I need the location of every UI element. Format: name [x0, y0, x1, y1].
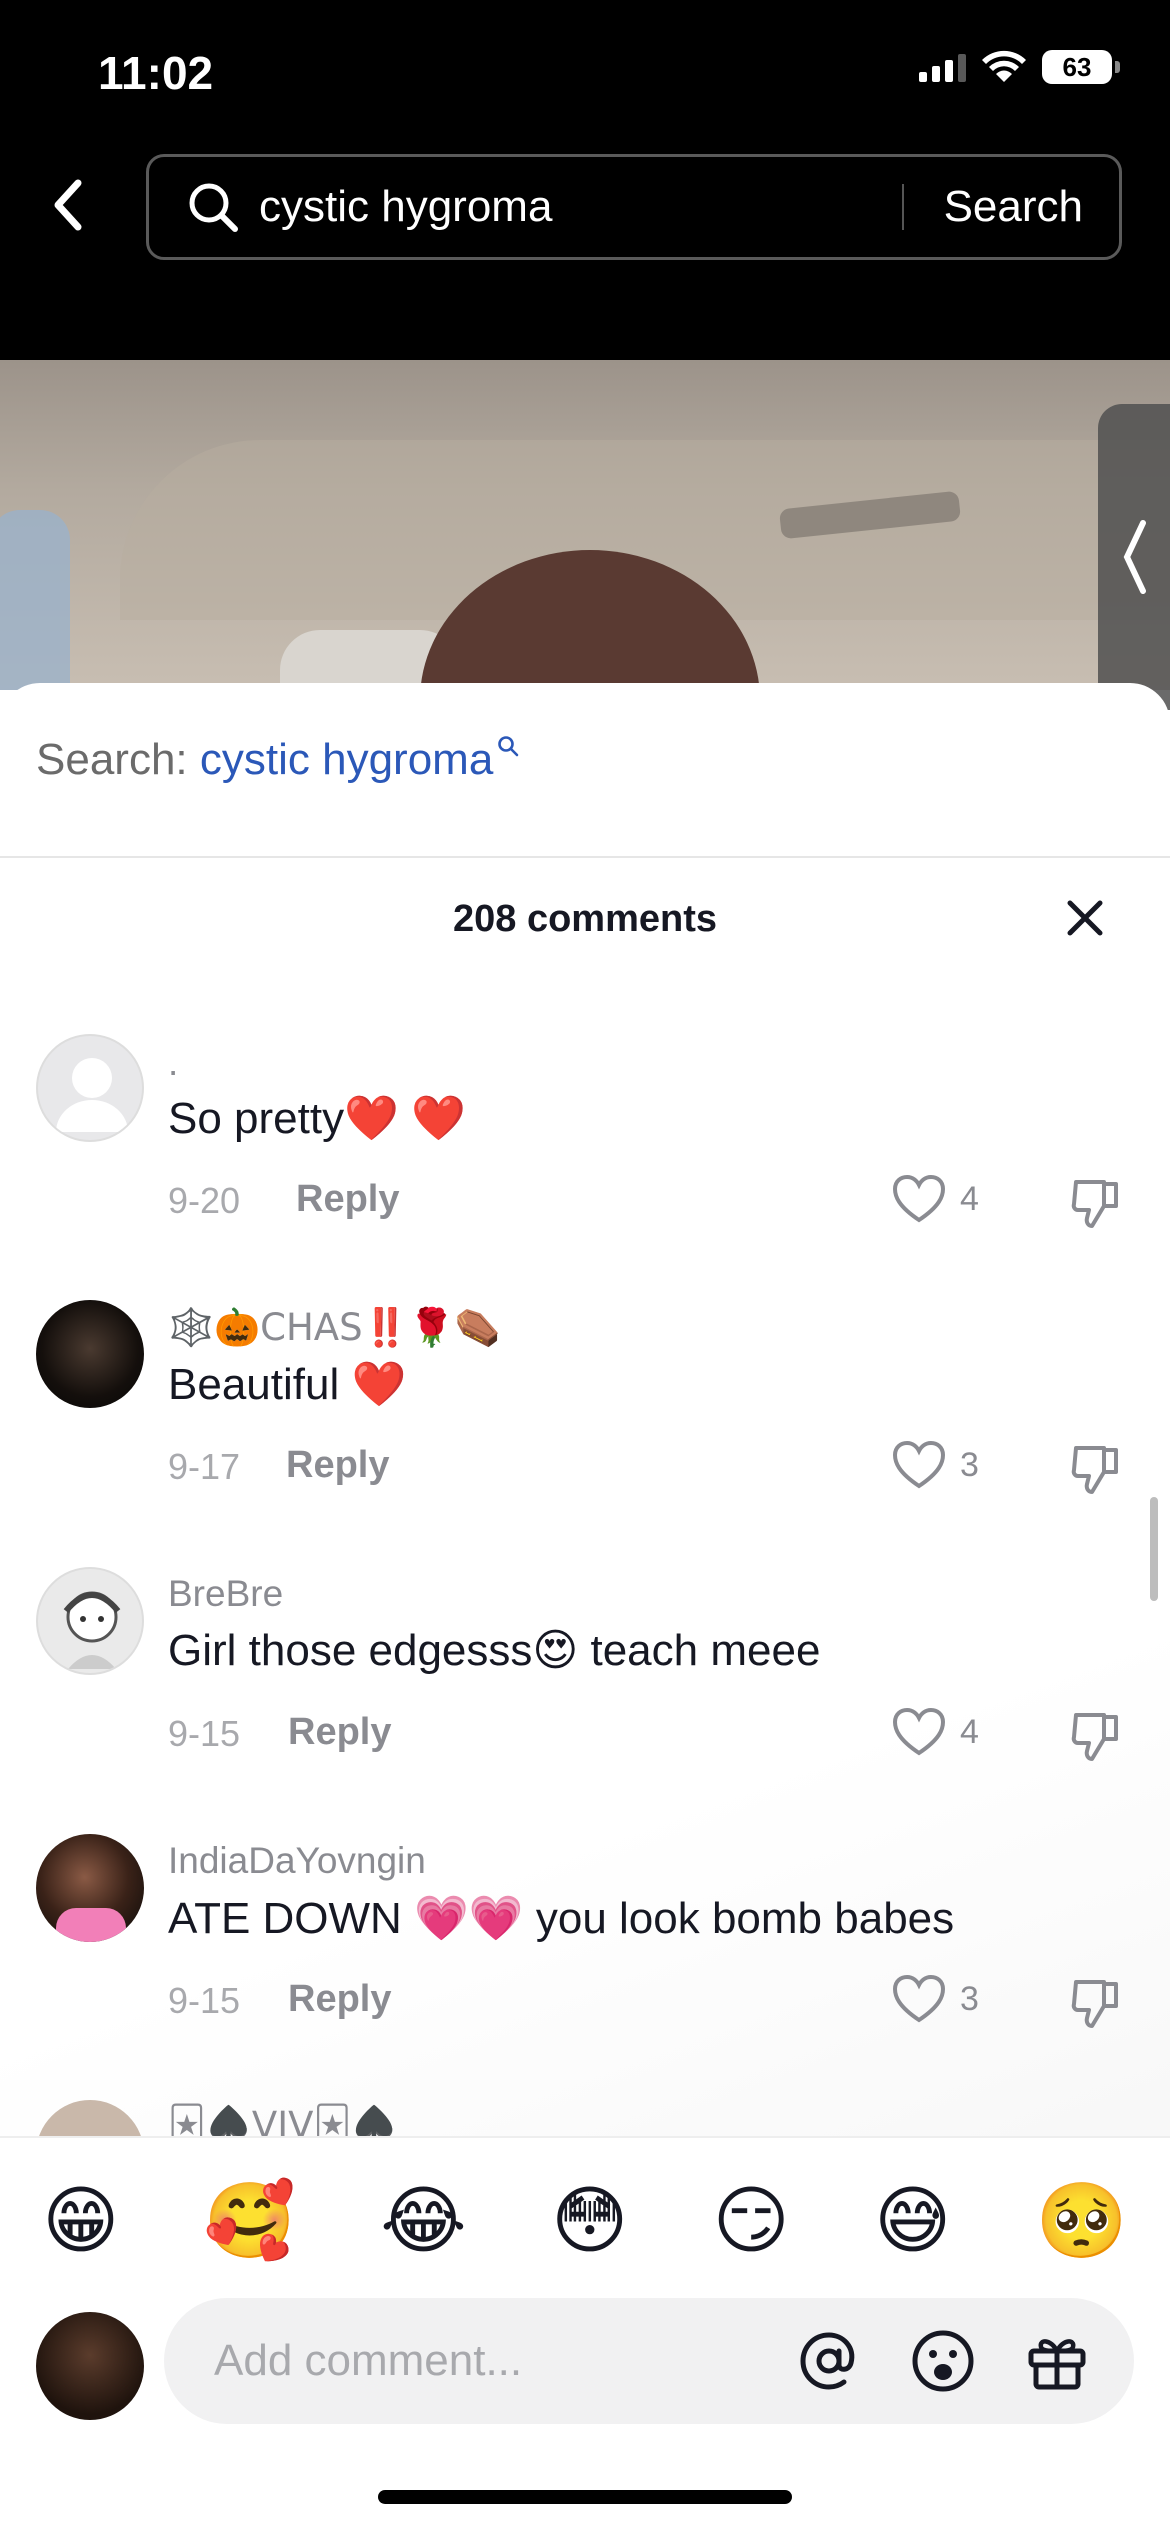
comment-item: 🃏♠️VIV🃏♠️ [0, 2096, 1170, 2136]
home-indicator[interactable] [378, 2490, 792, 2504]
status-time: 11:02 [98, 47, 214, 99]
search-icon [183, 177, 243, 237]
dislike-icon[interactable] [1070, 1442, 1124, 1496]
heart-icon [892, 1974, 946, 2023]
search-query[interactable]: cystic hygroma [259, 182, 902, 232]
comment-item: IndiaDaYovngin ATE DOWN 💗💗 you look bomb… [0, 1830, 1170, 2080]
top-bar: 11:02 63 cystic hygroma Search [0, 0, 1170, 360]
comment-composer-area: 😁 🥰 😂 😳 😏 😅 🥺 Add comment... [0, 2136, 1170, 2532]
comment-input-placeholder[interactable]: Add comment... [214, 2336, 792, 2386]
emoji-button[interactable]: 🥰 [204, 2178, 296, 2265]
scrollbar[interactable] [1150, 1497, 1158, 1601]
chevron-left-icon [54, 179, 82, 231]
divider [0, 856, 1170, 858]
emoji-quick-bar: 😁 🥰 😂 😳 😏 😅 🥺 [0, 2178, 1170, 2265]
reply-button[interactable]: Reply [296, 1178, 399, 1221]
back-button[interactable] [40, 170, 96, 240]
avatar[interactable] [36, 2100, 144, 2136]
cellular-signal-icon [919, 52, 966, 82]
like-count: 4 [960, 1179, 979, 1218]
close-icon[interactable] [1060, 893, 1110, 943]
battery-icon: 63 [1042, 50, 1120, 84]
avatar[interactable] [36, 1567, 144, 1675]
comment-username[interactable]: BreBre [168, 1573, 283, 1615]
like-button[interactable]: 4 [892, 1707, 979, 1757]
dislike-icon[interactable] [1070, 1976, 1124, 2030]
emoji-button[interactable]: 😁 [42, 2178, 119, 2265]
search-suggestion-term[interactable]: cystic hygroma [200, 735, 493, 784]
reply-button[interactable]: Reply [288, 1978, 391, 2021]
comment-item: 🕸️🎃CHAS‼️🌹⚰️ Beautiful ❤️ 9-17 Reply 3 [0, 1296, 1170, 1546]
heart-icon [892, 1174, 946, 1223]
avatar[interactable] [36, 1300, 144, 1408]
dislike-icon[interactable] [1070, 1709, 1124, 1763]
comment-username[interactable]: 🕸️🎃CHAS‼️🌹⚰️ [168, 1306, 501, 1350]
like-button[interactable]: 4 [892, 1174, 979, 1224]
wifi-icon [982, 50, 1026, 82]
chevron-left-icon [1123, 520, 1146, 594]
comment-date: 9-17 [168, 1446, 241, 1487]
comment-username[interactable]: . [168, 1042, 178, 1084]
emoji-picker-button[interactable] [906, 2324, 980, 2398]
smiley-icon [912, 2330, 974, 2392]
avatar[interactable] [36, 1834, 144, 1942]
search-button[interactable]: Search [904, 182, 1119, 232]
default-avatar-icon [56, 1058, 128, 1132]
comment-text: Beautiful ❤️ [168, 1360, 407, 1409]
like-button[interactable]: 3 [892, 1974, 979, 2024]
anime-avatar-icon [63, 1591, 121, 1669]
search-suggestion-label: Search: [36, 735, 188, 784]
dislike-icon[interactable] [1070, 1176, 1124, 1230]
comment-text: ATE DOWN 💗💗 you look bomb babes [168, 1894, 955, 1943]
emoji-button[interactable]: 😳 [551, 2178, 628, 2265]
comments-count: 208 comments [452, 898, 717, 940]
like-button[interactable]: 3 [892, 1440, 979, 1490]
emoji-button[interactable]: 😅 [874, 2178, 951, 2265]
side-panel-handle[interactable] [1098, 404, 1170, 710]
like-count: 3 [960, 1445, 979, 1484]
heart-icon [892, 1440, 946, 1489]
avatar[interactable] [36, 1034, 144, 1142]
mention-button[interactable] [792, 2324, 866, 2398]
comment-item: . So pretty❤️ ❤️ 9-20 Reply 4 [0, 1030, 1170, 1280]
comment-username[interactable]: IndiaDaYovngin [168, 1840, 426, 1882]
emoji-button[interactable]: 😏 [713, 2178, 790, 2265]
gift-icon [1028, 2339, 1086, 2390]
emoji-button[interactable]: 😂 [380, 2178, 466, 2265]
like-count: 3 [960, 1979, 979, 2018]
comment-date: 9-15 [168, 1980, 241, 2021]
comment-item: BreBre Girl those edgesss😍 teach meee 9-… [0, 1563, 1170, 1813]
comment-input[interactable]: Add comment... [164, 2298, 1134, 2424]
comment-username[interactable]: 🃏♠️VIV🃏♠️ [168, 2104, 397, 2136]
heart-icon [892, 1707, 946, 1756]
reply-button[interactable]: Reply [288, 1711, 391, 1754]
comment-text: Girl those edgesss😍 teach meee [168, 1626, 821, 1675]
search-icon [498, 736, 519, 757]
comment-text: So pretty❤️ ❤️ [168, 1094, 466, 1143]
emoji-button[interactable]: 🥺 [1036, 2178, 1128, 2265]
comment-date: 9-20 [168, 1180, 241, 1221]
like-count: 4 [960, 1712, 979, 1751]
comment-date: 9-15 [168, 1713, 241, 1754]
current-user-avatar [36, 2312, 144, 2420]
video-frame-headrest [0, 510, 70, 690]
gift-button[interactable] [1020, 2324, 1094, 2398]
video-preview[interactable] [0, 360, 1170, 690]
at-sign-icon [800, 2332, 855, 2390]
reply-button[interactable]: Reply [286, 1444, 389, 1487]
search-bar[interactable]: cystic hygroma Search [146, 154, 1122, 260]
search-suggestion[interactable]: Search: cystic hygroma [36, 735, 519, 785]
status-icons: 63 [919, 50, 1120, 84]
